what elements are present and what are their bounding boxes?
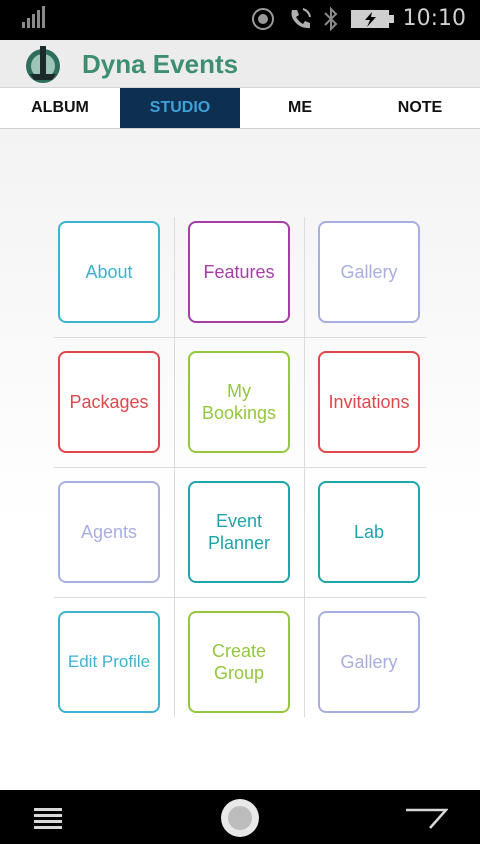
location-icon bbox=[252, 8, 274, 30]
menu-cell: Features bbox=[174, 207, 304, 337]
menu-cell: Packages bbox=[44, 337, 174, 467]
nav-bar bbox=[0, 790, 480, 844]
battery-icon bbox=[351, 10, 394, 28]
status-bar: 10:10 bbox=[0, 0, 480, 40]
status-time: 10:10 bbox=[402, 6, 466, 31]
my-bookings-button[interactable]: My Bookings bbox=[188, 351, 290, 453]
tab-me[interactable]: ME bbox=[240, 88, 360, 128]
tab-note[interactable]: NOTE bbox=[360, 88, 480, 128]
menu-cell: Event Planner bbox=[174, 467, 304, 597]
menu-cell: Lab bbox=[304, 467, 434, 597]
gallery-button-2[interactable]: Gallery bbox=[318, 611, 420, 713]
back-icon[interactable] bbox=[404, 804, 448, 830]
bluetooth-icon bbox=[324, 6, 338, 32]
menu-icon[interactable] bbox=[34, 806, 64, 830]
lab-button[interactable]: Lab bbox=[318, 481, 420, 583]
menu-cell: Edit Profile bbox=[44, 597, 174, 727]
phone-icon bbox=[291, 8, 311, 29]
about-button[interactable]: About bbox=[58, 221, 160, 323]
menu-cell: Gallery bbox=[304, 207, 434, 337]
menu-cell: Agents bbox=[44, 467, 174, 597]
menu-cell: Gallery bbox=[304, 597, 434, 727]
features-button[interactable]: Features bbox=[188, 221, 290, 323]
tab-album[interactable]: ALBUM bbox=[0, 88, 120, 128]
menu-cell: About bbox=[44, 207, 174, 337]
app-logo-icon bbox=[26, 46, 60, 83]
app-bar: Dyna Events bbox=[0, 40, 480, 88]
home-icon[interactable] bbox=[220, 798, 260, 838]
gallery-button[interactable]: Gallery bbox=[318, 221, 420, 323]
edit-profile-button[interactable]: Edit Profile bbox=[58, 611, 160, 713]
tab-studio[interactable]: STUDIO bbox=[120, 88, 240, 128]
agents-button[interactable]: Agents bbox=[58, 481, 160, 583]
studio-content: About Features Gallery Packages My Booki… bbox=[0, 129, 480, 789]
menu-cell: Create Group bbox=[174, 597, 304, 727]
menu-cell: My Bookings bbox=[174, 337, 304, 467]
create-group-button[interactable]: Create Group bbox=[188, 611, 290, 713]
menu-cell: Invitations bbox=[304, 337, 434, 467]
packages-button[interactable]: Packages bbox=[58, 351, 160, 453]
app-title: Dyna Events bbox=[82, 49, 239, 79]
event-planner-button[interactable]: Event Planner bbox=[188, 481, 290, 583]
signal-icon bbox=[22, 6, 45, 28]
invitations-button[interactable]: Invitations bbox=[318, 351, 420, 453]
tab-bar: ALBUM STUDIO ME NOTE bbox=[0, 88, 480, 129]
